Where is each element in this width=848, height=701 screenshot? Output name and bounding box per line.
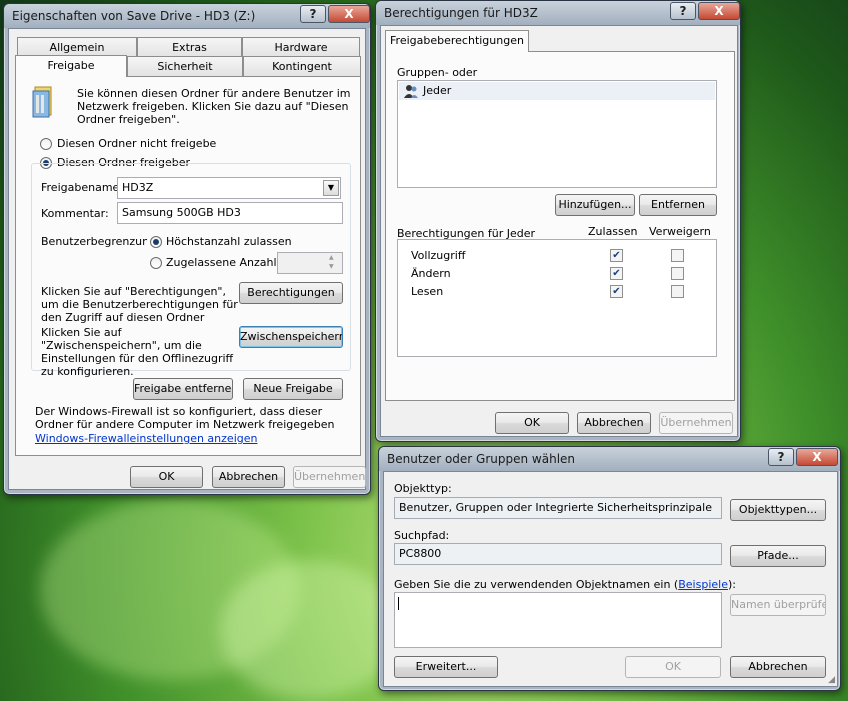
tab-kontingent[interactable]: Kontingent: [243, 56, 361, 76]
allow-column-header: Zulassen: [588, 225, 638, 238]
close-button[interactable]: X: [328, 5, 370, 23]
radio-no-share[interactable]: [40, 138, 52, 150]
apply-button[interactable]: Übernehmen: [293, 466, 366, 488]
resize-grip-icon[interactable]: ◢: [828, 675, 835, 685]
close-button[interactable]: X: [698, 2, 740, 20]
paths-button[interactable]: Pfade...: [730, 545, 826, 567]
search-path-label: Suchpfad:: [394, 529, 450, 542]
deny-checkbox[interactable]: [671, 249, 684, 262]
title-bar[interactable]: Eigenschaften von Save Drive - HD3 (Z:) …: [4, 4, 370, 28]
window-title: Eigenschaften von Save Drive - HD3 (Z:): [12, 9, 256, 23]
permissions-window: Berechtigungen für HD3Z ? X Freigabebere…: [375, 0, 741, 442]
object-type-field: Benutzer, Gruppen oder Integrierte Siche…: [394, 497, 722, 519]
ok-button[interactable]: OK: [130, 466, 203, 488]
intro-text: Sie können diesen Ordner für andere Benu…: [77, 87, 351, 126]
permission-row: Lesen ✔: [399, 284, 709, 300]
wallpaper-glow: [220, 560, 400, 700]
close-button[interactable]: X: [796, 448, 838, 466]
permission-name: Lesen: [411, 285, 444, 298]
cancel-button[interactable]: Abbrechen: [577, 412, 651, 434]
permission-row: Ändern ✔: [399, 266, 709, 282]
cancel-button[interactable]: Abbrechen: [730, 656, 826, 678]
group-name: Jeder: [423, 84, 452, 97]
cancel-button[interactable]: Abbrechen: [212, 466, 285, 488]
object-types-button[interactable]: Objekttypen...: [730, 499, 826, 521]
object-names-input[interactable]: [394, 592, 722, 648]
ok-button[interactable]: OK: [495, 412, 569, 434]
groups-label: Gruppen- oder: [397, 66, 478, 79]
tab-share-permissions[interactable]: Freigabeberechtigungen: [385, 30, 529, 52]
check-names-button[interactable]: Namen überprüfen: [730, 594, 826, 616]
title-bar[interactable]: Benutzer oder Gruppen wählen ? X: [379, 447, 840, 471]
allow-checkbox[interactable]: ✔: [610, 285, 623, 298]
object-names-label-end: ):: [727, 578, 736, 591]
help-button[interactable]: ?: [670, 2, 696, 20]
client-area: Allgemein Extras Hardware Freigabe Siche…: [8, 28, 366, 490]
window-title: Benutzer oder Gruppen wählen: [387, 452, 576, 466]
permission-name: Vollzugriff: [411, 249, 466, 262]
allow-checkbox[interactable]: ✔: [610, 267, 623, 280]
spinner-up-icon: ▲: [329, 254, 334, 261]
share-name-combo[interactable]: HD3Z: [117, 177, 341, 199]
help-button[interactable]: ?: [300, 5, 326, 23]
radio-max-users[interactable]: [150, 236, 162, 248]
permission-row: Vollzugriff ✔: [399, 248, 709, 264]
search-path-field: PC8800: [394, 543, 722, 565]
remove-share-button[interactable]: Freigabe entfernen: [133, 378, 233, 400]
share-name-label: Freigabename: [41, 181, 120, 194]
add-button[interactable]: Hinzufügen...: [555, 194, 635, 216]
object-names-label-text: Geben Sie die zu verwendenden Objektname…: [394, 578, 679, 591]
radio-allowed-users[interactable]: [150, 257, 162, 269]
advanced-button[interactable]: Erweitert...: [394, 656, 498, 678]
select-users-window: Benutzer oder Gruppen wählen ? X Objektt…: [378, 446, 841, 691]
remove-button[interactable]: Entfernen: [639, 194, 717, 216]
tab-freigabe[interactable]: Freigabe: [15, 55, 127, 77]
firewall-text: Der Windows-Firewall ist so konfiguriert…: [35, 405, 335, 431]
properties-window: Eigenschaften von Save Drive - HD3 (Z:) …: [3, 3, 371, 495]
comment-field[interactable]: Samsung 500GB HD3: [117, 202, 343, 224]
caching-text: Klicken Sie auf "Zwischenspeichern", um …: [41, 326, 234, 378]
shared-folder-icon: [31, 85, 57, 119]
client-area: Freigabeberechtigungen Gruppen- oder Jed…: [380, 25, 738, 437]
list-item[interactable]: Jeder: [399, 82, 715, 100]
tab-sicherheit[interactable]: Sicherheit: [127, 56, 243, 76]
title-bar[interactable]: Berechtigungen für HD3Z ? X: [376, 1, 740, 25]
deny-column-header: Verweigern: [649, 225, 711, 238]
permissions-text: Klicken Sie auf "Berechtigungen", um die…: [41, 285, 238, 324]
ok-button[interactable]: OK: [625, 656, 721, 678]
new-share-button[interactable]: Neue Freigabe: [243, 378, 343, 400]
client-area: Objekttyp: Benutzer, Gruppen oder Integr…: [383, 471, 838, 687]
chevron-down-icon[interactable]: ▼: [323, 180, 339, 196]
tab-allgemein[interactable]: Allgemein: [17, 37, 137, 57]
object-names-label: Geben Sie die zu verwendenden Objektname…: [394, 578, 736, 591]
deny-checkbox[interactable]: [671, 267, 684, 280]
examples-link[interactable]: Beispiele: [678, 578, 728, 591]
caching-button[interactable]: Zwischenspeichern: [239, 326, 343, 348]
object-type-label: Objekttyp:: [394, 482, 452, 495]
permissions-button[interactable]: Berechtigungen: [239, 282, 343, 304]
window-title: Berechtigungen für HD3Z: [384, 6, 538, 20]
firewall-settings-link[interactable]: Windows-Firewalleinstellungen anzeigen: [35, 432, 257, 445]
users-icon: [403, 84, 419, 102]
help-button[interactable]: ?: [768, 448, 794, 466]
apply-button[interactable]: Übernehmen: [659, 412, 733, 434]
allow-checkbox[interactable]: ✔: [610, 249, 623, 262]
radio-max-users-label: Höchstanzahl zulassen: [166, 235, 292, 248]
spinner-down-icon: ▼: [329, 263, 334, 270]
radio-allowed-users-label: Zugelassene Anzahl:: [166, 256, 281, 269]
user-limit-label: Benutzerbegrenzung: [41, 235, 147, 248]
text-cursor: [398, 597, 399, 610]
tab-hardware[interactable]: Hardware: [242, 37, 360, 57]
tab-extras[interactable]: Extras: [137, 37, 242, 57]
radio-no-share-label: Diesen Ordner nicht freigebe: [57, 137, 217, 150]
permission-name: Ändern: [411, 267, 451, 280]
comment-label: Kommentar:: [41, 207, 109, 220]
deny-checkbox[interactable]: [671, 285, 684, 298]
